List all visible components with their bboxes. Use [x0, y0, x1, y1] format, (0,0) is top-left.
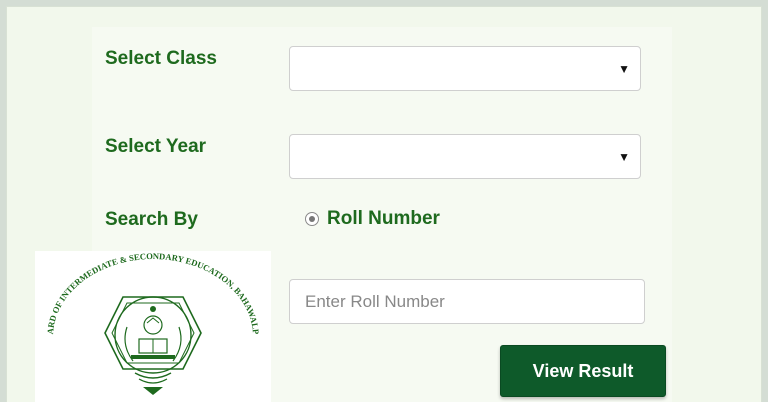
- roll-number-input[interactable]: [289, 279, 645, 324]
- caret-down-icon: ▼: [618, 61, 630, 76]
- class-select[interactable]: ▼: [289, 46, 641, 91]
- select-year-label: Select Year: [105, 136, 207, 157]
- select-class-label: Select Class: [105, 48, 217, 69]
- year-select[interactable]: ▼: [289, 134, 641, 179]
- caret-down-icon: ▼: [618, 149, 630, 164]
- search-by-label: Search By: [105, 209, 198, 230]
- board-logo: BOARD OF INTERMEDIATE & SECONDARY EDUCAT…: [35, 251, 271, 402]
- radio-selected-icon[interactable]: [305, 212, 319, 226]
- bise-emblem-icon: BOARD OF INTERMEDIATE & SECONDARY EDUCAT…: [35, 251, 261, 395]
- view-result-button[interactable]: View Result: [500, 345, 666, 397]
- roll-number-radio-option[interactable]: Roll Number: [305, 208, 440, 230]
- roll-number-radio-label: Roll Number: [327, 208, 440, 229]
